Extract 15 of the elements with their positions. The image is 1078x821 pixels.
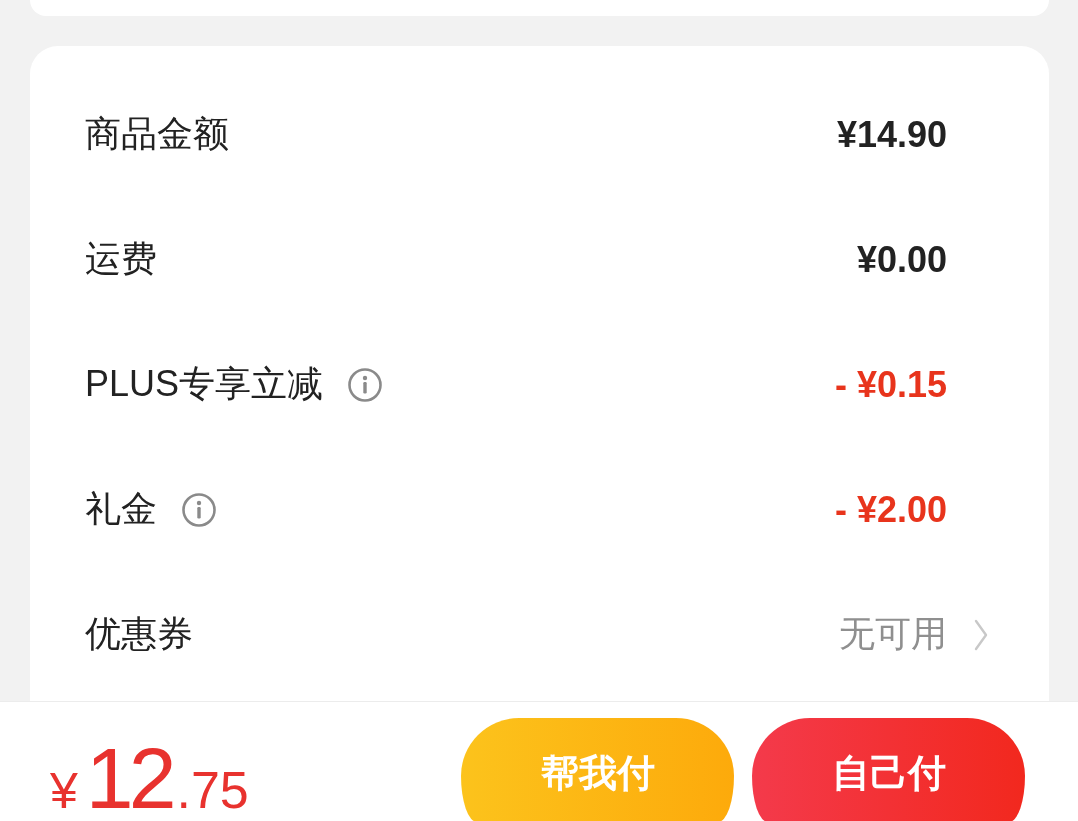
total-price: ¥12.75 bbox=[50, 735, 249, 821]
pay-button[interactable]: 自己付 bbox=[752, 718, 1025, 821]
row-label: 优惠券 bbox=[85, 612, 193, 656]
row-label: 运费 bbox=[85, 237, 157, 281]
help-pay-button[interactable]: 帮我付 bbox=[461, 718, 734, 821]
row-label: 礼金 bbox=[85, 487, 157, 531]
info-icon[interactable] bbox=[348, 367, 383, 402]
row-value: - ¥2.00 bbox=[834, 488, 947, 531]
row-value: ¥0.00 bbox=[856, 238, 947, 281]
info-icon[interactable] bbox=[182, 492, 216, 527]
row-label: 商品金额 bbox=[85, 112, 229, 156]
row-value: ¥14.90 bbox=[836, 113, 947, 156]
row-value: - ¥0.15 bbox=[834, 363, 947, 406]
row-label: PLUS专享立减 bbox=[85, 362, 324, 406]
row-value[interactable]: 无可用 bbox=[839, 610, 947, 659]
